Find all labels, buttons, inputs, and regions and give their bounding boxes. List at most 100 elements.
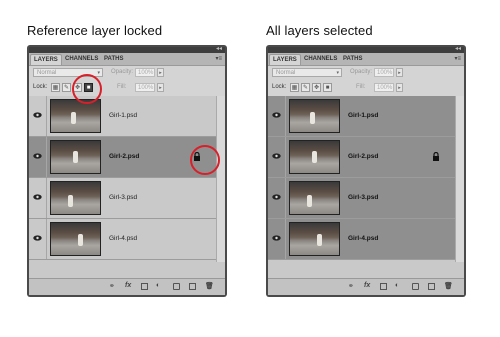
layer-thumbnail <box>50 99 101 133</box>
fill-field[interactable]: 100% <box>135 83 155 92</box>
fill-label: Fill: <box>117 84 127 90</box>
opacity-dropdown-icon[interactable]: ▸ <box>396 68 403 77</box>
tab-channels[interactable]: CHANNELS <box>62 54 101 65</box>
group-folder-icon[interactable] <box>173 283 180 290</box>
opacity-dropdown-icon[interactable]: ▸ <box>157 68 164 77</box>
lock-label: Lock: <box>272 84 287 90</box>
fill-dropdown-icon[interactable]: ▸ <box>157 83 164 92</box>
new-layer-icon[interactable] <box>428 283 435 290</box>
tab-paths[interactable]: PATHS <box>340 54 365 65</box>
lock-position-icon[interactable]: ✥ <box>312 83 321 92</box>
layer-name: Girl-3.psd <box>109 194 138 201</box>
layer-list: Girl-1.psd Girl-2.psd Girl-3.psd Girl-4.… <box>268 96 456 262</box>
tab-paths[interactable]: PATHS <box>101 54 126 65</box>
layer-name: Girl-4.psd <box>109 235 138 242</box>
eye-icon <box>33 112 42 118</box>
highlight-ring-lock-all <box>72 74 102 104</box>
adjustment-icon[interactable]: ◐ <box>395 282 399 289</box>
layer-row[interactable]: Girl-3.psd <box>29 178 217 219</box>
layer-thumbnail <box>289 140 340 174</box>
panel-footer: ⚭ fx ◐ 🗑︎ <box>268 278 464 295</box>
trash-icon[interactable]: 🗑︎ <box>444 282 453 290</box>
link-icon[interactable]: ⚭ <box>109 282 115 290</box>
eye-icon <box>272 112 281 118</box>
fx-icon[interactable]: fx <box>125 282 131 289</box>
visibility-toggle[interactable] <box>29 137 47 177</box>
trash-icon[interactable]: 🗑︎ <box>205 282 214 290</box>
layer-name: Girl-2.psd <box>348 153 379 160</box>
eye-icon <box>272 194 281 200</box>
fx-icon[interactable]: fx <box>364 282 370 289</box>
layer-name: Girl-1.psd <box>109 112 138 119</box>
blend-mode-value: Normal <box>276 70 296 76</box>
layer-name: Girl-4.psd <box>348 235 379 242</box>
adjustment-icon[interactable]: ◐ <box>156 282 160 289</box>
lock-label: Lock: <box>33 84 48 90</box>
lock-image-icon[interactable]: ✎ <box>62 83 71 92</box>
eye-icon <box>33 235 42 241</box>
fill-field[interactable]: 100% <box>374 83 394 92</box>
opacity-field[interactable]: 100% <box>374 68 394 77</box>
layer-row[interactable]: Girl-4.psd <box>268 219 456 260</box>
chevron-down-icon: ▾ <box>97 70 100 76</box>
layer-row[interactable]: Girl-4.psd <box>29 219 217 260</box>
layer-thumbnail <box>289 181 340 215</box>
visibility-toggle[interactable] <box>268 219 286 259</box>
layer-thumbnail <box>50 181 101 215</box>
fill-dropdown-icon[interactable]: ▸ <box>396 83 403 92</box>
tab-layers[interactable]: LAYERS <box>269 54 301 65</box>
layer-thumbnail <box>289 99 340 133</box>
layer-row[interactable]: Girl-1.psd <box>29 96 217 137</box>
blend-mode-select[interactable]: Normal ▾ <box>272 68 342 77</box>
panel-menu-icon[interactable]: ▾≡ <box>215 55 222 62</box>
layer-list: Girl-1.psd Girl-2.psd Girl-3.psd Girl-4.… <box>29 96 217 262</box>
panel-tabs: LAYERS CHANNELS PATHS ▾≡ <box>268 53 464 66</box>
eye-icon <box>33 153 42 159</box>
eye-icon <box>33 194 42 200</box>
layer-thumbnail <box>289 222 340 256</box>
visibility-toggle[interactable] <box>268 96 286 136</box>
panel-footer: ⚭ fx ◐ 🗑︎ <box>29 278 225 295</box>
lock-transparent-icon[interactable]: ▦ <box>290 83 299 92</box>
fill-label: Fill: <box>356 84 366 90</box>
caption-left: Reference layer locked <box>27 23 163 38</box>
blend-mode-value: Normal <box>37 70 57 76</box>
lock-image-icon[interactable]: ✎ <box>301 83 310 92</box>
panel-menu-icon[interactable]: ▾≡ <box>454 55 461 62</box>
layer-row[interactable]: Girl-2.psd <box>268 137 456 178</box>
layer-row[interactable]: Girl-2.psd <box>29 137 217 178</box>
panel-tabs: LAYERS CHANNELS PATHS ▾≡ <box>29 53 225 66</box>
layer-name: Girl-2.psd <box>109 153 140 160</box>
highlight-ring-layer-lock <box>190 145 220 175</box>
opacity-label: Opacity: <box>111 69 134 75</box>
mask-icon[interactable] <box>141 283 148 290</box>
layer-scrollbar[interactable] <box>216 96 225 262</box>
chevron-down-icon: ▾ <box>336 70 339 76</box>
eye-icon <box>272 153 281 159</box>
opacity-field[interactable]: 100% <box>135 68 155 77</box>
link-icon[interactable]: ⚭ <box>348 282 354 290</box>
lock-icon <box>433 152 439 161</box>
visibility-toggle[interactable] <box>29 219 47 259</box>
visibility-toggle[interactable] <box>268 178 286 218</box>
layer-scrollbar[interactable] <box>455 96 464 262</box>
layers-panel-right: ◂◂ LAYERS CHANNELS PATHS ▾≡ Normal ▾ Opac… <box>266 45 466 297</box>
group-folder-icon[interactable] <box>412 283 419 290</box>
layer-name: Girl-1.psd <box>348 112 379 119</box>
layer-row[interactable]: Girl-3.psd <box>268 178 456 219</box>
layer-name: Girl-3.psd <box>348 194 379 201</box>
eye-icon <box>272 235 281 241</box>
visibility-toggle[interactable] <box>29 178 47 218</box>
lock-all-icon[interactable]: ■ <box>323 83 332 92</box>
visibility-toggle[interactable] <box>268 137 286 177</box>
new-layer-icon[interactable] <box>189 283 196 290</box>
lock-transparent-icon[interactable]: ▦ <box>51 83 60 92</box>
mask-icon[interactable] <box>380 283 387 290</box>
tab-channels[interactable]: CHANNELS <box>301 54 340 65</box>
opacity-label: Opacity: <box>350 69 373 75</box>
caption-right: All layers selected <box>266 23 373 38</box>
tab-layers[interactable]: LAYERS <box>30 54 62 65</box>
layer-thumbnail <box>50 222 101 256</box>
layer-row[interactable]: Girl-1.psd <box>268 96 456 137</box>
visibility-toggle[interactable] <box>29 96 47 136</box>
